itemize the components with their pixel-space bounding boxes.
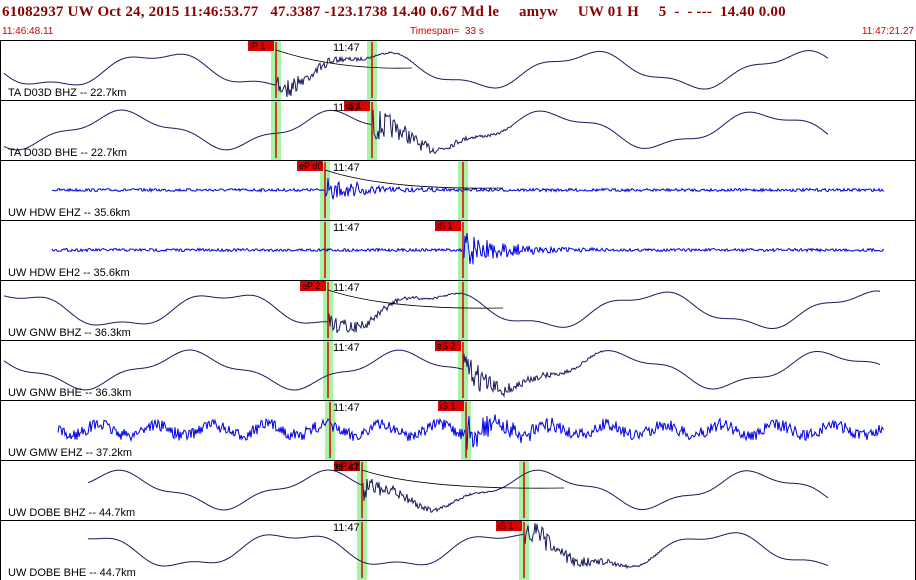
- seismogram-panels[interactable]: iP 1 11:47 TA D03D BHZ -- 22.7km iS 1 11:47 T…: [0, 0, 916, 580]
- panel-border: [0, 520, 916, 580]
- waveform-trace: [3, 50, 829, 98]
- station-label: TA D03D BHZ -- 22.7km: [8, 87, 126, 99]
- minute-label: 11:47: [333, 42, 360, 54]
- station-label: UW GNW BHZ -- 36.3km: [8, 327, 131, 339]
- pick-label: iS 1: [437, 221, 453, 231]
- waveform-trace: [3, 349, 881, 398]
- station-label: UW DOBE BHZ -- 44.7km: [8, 507, 135, 519]
- minute-label: 11:47: [333, 162, 360, 174]
- panel-border: [0, 40, 916, 101]
- panel-border: [0, 460, 916, 521]
- panel-border: [0, 100, 916, 161]
- travel-time-curve: [361, 469, 565, 489]
- station-label: UW GMW EHZ -- 37.2km: [8, 447, 132, 459]
- minute-label: 11:47: [333, 222, 360, 234]
- waveform-trace: [3, 109, 829, 155]
- pick-label: eS 2: [437, 341, 456, 351]
- minute-label: 11:47: [333, 282, 360, 294]
- pick-label: iS 1: [498, 521, 514, 531]
- minute-label: 11:47: [333, 402, 360, 414]
- station-label: UW GNW BHE -- 36.3km: [8, 387, 131, 399]
- minute-label: 11:47: [333, 102, 360, 114]
- station-label: UW HDW EHZ -- 35.6km: [8, 207, 130, 219]
- waveform-trace: [88, 522, 829, 570]
- pick-label: eP d0: [299, 161, 322, 171]
- waveform-trace: [3, 290, 881, 334]
- waveform-trace: [87, 469, 829, 513]
- minute-label: 11:47: [333, 462, 360, 474]
- pick-label: iP 1: [250, 41, 265, 51]
- station-label: UW HDW EH2 -- 35.6km: [8, 267, 130, 279]
- pick-label: iS 1: [440, 401, 456, 411]
- minute-label: 11:47: [333, 522, 360, 534]
- station-label: TA D03D BHE -- 22.7km: [8, 147, 127, 159]
- minute-label: 11:47: [333, 342, 360, 354]
- pick-label: eP 2: [302, 281, 320, 291]
- station-label: UW DOBE BHE -- 44.7km: [8, 567, 136, 579]
